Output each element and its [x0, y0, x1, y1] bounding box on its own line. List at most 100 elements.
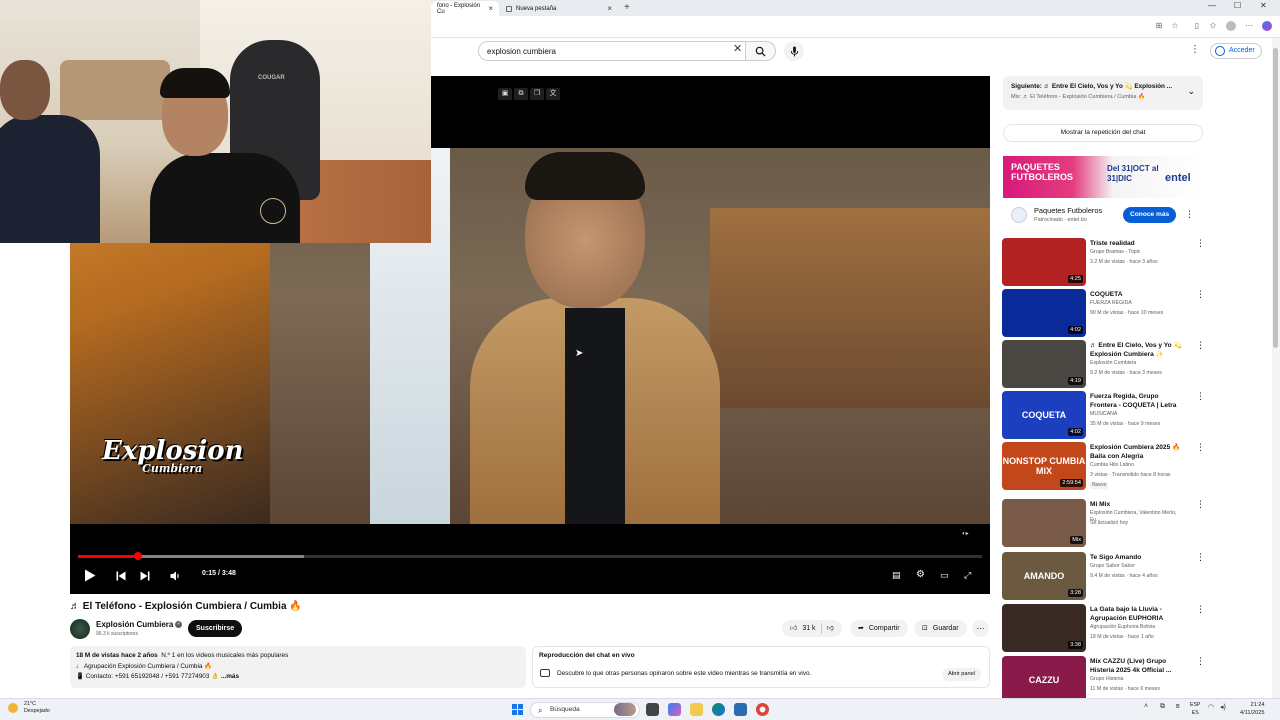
recommendation-item[interactable]: AMANDO 3:28 Te Sigo Amando Grupo Sabor Sabo…	[1002, 552, 1212, 600]
edge-browser-icon[interactable]	[712, 703, 725, 716]
close-tab-icon[interactable]: ×	[607, 4, 612, 13]
maximize-icon[interactable]: ☐	[1234, 1, 1241, 10]
more-actions-button[interactable]: ⋯	[972, 620, 989, 637]
language-indicator[interactable]: ESP ES	[1190, 701, 1200, 717]
more-options-icon[interactable]: ⋮	[1196, 552, 1205, 563]
recommendation-title[interactable]: ♬ Entre El Cielo, Vos y Yo 💫 Explosión C…	[1090, 341, 1182, 359]
recommendation-channel[interactable]: Grupo Sabor Sabor	[1090, 563, 1182, 570]
video-thumbnail[interactable]: 4:25	[1002, 238, 1086, 286]
volume-icon[interactable]	[170, 571, 181, 581]
video-thumbnail[interactable]: COQUETA 4:02	[1002, 391, 1086, 439]
ad-name[interactable]: Paquetes Futboleros	[1034, 206, 1102, 215]
clear-search-icon[interactable]: ✕	[733, 43, 742, 55]
copilot-app-icon[interactable]	[668, 703, 681, 716]
subtitles-icon[interactable]: ▤	[892, 568, 901, 582]
open-panel-button[interactable]: Abrir panel	[941, 668, 981, 681]
recommendation-title[interactable]: La Gata bajo la Lluvia - Agrupación EUPH…	[1090, 605, 1182, 623]
tray-bluetooth-icon[interactable]: ʙ	[1176, 703, 1180, 710]
recommendation-title[interactable]: Mi Mix	[1090, 500, 1182, 509]
crop-tool-icon[interactable]: ⧉	[514, 88, 528, 100]
copilot-icon[interactable]	[1262, 21, 1272, 31]
settings-more-icon[interactable]: ⋮	[1190, 44, 1200, 55]
new-tab-icon[interactable]: +	[624, 2, 630, 13]
recommendation-title[interactable]: Te Sigo Amando	[1090, 553, 1182, 562]
channel-avatar[interactable]	[70, 619, 90, 639]
video-thumbnail[interactable]: 4:19	[1002, 340, 1086, 388]
thumbs-down-icon[interactable]: 👎︎	[827, 620, 834, 637]
save-button[interactable]: ⊡ Guardar	[914, 620, 967, 637]
recommendation-channel[interactable]: Cumbia Hits Latino	[1090, 462, 1182, 469]
channel-name[interactable]: Explosión Cumbiera	[96, 620, 173, 629]
progress-scrubber[interactable]	[133, 552, 142, 560]
recommendation-item[interactable]: COQUETA 4:02 Fuerza Regida, Grupo Frontera…	[1002, 391, 1212, 439]
recommendation-channel[interactable]: MUSICANA	[1090, 411, 1182, 418]
file-explorer-icon[interactable]	[690, 703, 703, 716]
install-icon[interactable]: ⊞	[1154, 21, 1164, 31]
recommendation-channel[interactable]: Agrupación Euphoria Bolivia	[1090, 624, 1182, 631]
bookmark-star-icon[interactable]: ☆	[1170, 21, 1180, 31]
recommendation-title[interactable]: Explosión Cumbiera 2025 🔥 Baila con Aleg…	[1090, 443, 1182, 461]
more-options-icon[interactable]: ⋮	[1196, 604, 1205, 615]
signin-button[interactable]: Acceder	[1210, 43, 1262, 59]
settings-gear-icon[interactable]: ⚙	[916, 568, 925, 582]
minimize-icon[interactable]: —	[1208, 1, 1216, 10]
speaker-icon[interactable]: ◂)	[1220, 703, 1226, 711]
next-icon[interactable]	[140, 571, 150, 581]
search-highlight-icon[interactable]	[614, 703, 636, 716]
more-options-icon[interactable]: ⋮	[1196, 340, 1205, 351]
weather-widget[interactable]: 21°C Despejado	[8, 701, 50, 715]
ad-banner[interactable]: PAQUETES FUTBOLEROS Del 31|OCT al 31|DIC…	[1003, 156, 1203, 198]
subscribe-button[interactable]: Suscribirse	[188, 620, 243, 637]
more-options-icon[interactable]: ⋮	[1196, 391, 1205, 402]
show-chat-replay-button[interactable]: Mostrar la repetición del chat	[1003, 124, 1203, 142]
menu-dots-icon[interactable]: ⋯	[1244, 21, 1254, 31]
more-options-icon[interactable]: ⋮	[1196, 238, 1205, 249]
search-input[interactable]: explosion cumbiera	[478, 41, 746, 61]
translate-tool-icon[interactable]: 文	[546, 88, 560, 100]
recommendation-item[interactable]: CAZZU Mix CAZZU (Live) Grupo Histeria 202…	[1002, 656, 1212, 704]
share-button[interactable]: ➦ Compartir	[850, 620, 908, 637]
recommendation-channel[interactable]: FUERZA REGIDA	[1090, 300, 1182, 307]
recommendation-item[interactable]: Mix Mi Mix Explosión Cumbiera, Valentino M…	[1002, 499, 1212, 547]
recommendation-channel[interactable]: Explosión Cumbiera	[1090, 360, 1182, 367]
chevron-down-icon[interactable]: ⌄	[1187, 86, 1195, 97]
recommendation-item[interactable]: 4:19 ♬ Entre El Cielo, Vos y Yo 💫 Explosi…	[1002, 340, 1212, 388]
ad-cta-button[interactable]: Conoce más	[1123, 207, 1177, 223]
description-box[interactable]: 18 M de vistas hace 2 años N.º 1 en los …	[70, 646, 526, 688]
wifi-icon[interactable]: ◠	[1208, 703, 1214, 711]
video-thumbnail[interactable]: CAZZU	[1002, 656, 1086, 704]
search-button[interactable]	[746, 41, 776, 61]
voice-search-button[interactable]	[784, 41, 804, 61]
close-window-icon[interactable]: ✕	[1260, 1, 1267, 10]
recommendation-item[interactable]: NONSTOP CUMBIA MIX 2:59:54 Explosión Cumbi…	[1002, 442, 1212, 490]
tab-new[interactable]: Nueva pestaña ×	[500, 1, 618, 16]
miniplayer-icon[interactable]: ▭	[940, 568, 949, 582]
video-thumbnail[interactable]: 3:38	[1002, 604, 1086, 652]
more-options-icon[interactable]: ⋮	[1196, 656, 1205, 667]
chrome-icon[interactable]	[756, 703, 769, 716]
recommendation-channel[interactable]: Grupo Histeria	[1090, 676, 1182, 683]
recommendation-item[interactable]: 3:38 La Gata bajo la Lluvia - Agrupación …	[1002, 604, 1212, 652]
system-clock[interactable]: 21:24 4/11/2025	[1240, 701, 1264, 717]
tray-app-icon[interactable]: ⧉	[1160, 703, 1165, 711]
video-thumbnail[interactable]: Mix	[1002, 499, 1086, 547]
page-scrollbar[interactable]	[1272, 38, 1280, 698]
task-view-icon[interactable]	[646, 703, 659, 716]
more-options-icon[interactable]: ⋮	[1196, 289, 1205, 300]
video-thumbnail[interactable]: AMANDO 3:28	[1002, 552, 1086, 600]
more-options-icon[interactable]: ⋮	[1196, 499, 1205, 510]
more-options-icon[interactable]: ⋮	[1196, 442, 1205, 453]
channel-name-row[interactable]: Explosión Cumbiera ✓	[96, 620, 183, 629]
store-icon[interactable]	[734, 703, 747, 716]
recommendation-item[interactable]: 4:02 COQUETA FUERZA REGIDA 90 M de vistas ·…	[1002, 289, 1212, 337]
previous-icon[interactable]	[116, 571, 126, 581]
close-tab-icon[interactable]: ×	[488, 4, 493, 13]
video-thumbnail[interactable]: NONSTOP CUMBIA MIX 2:59:54	[1002, 442, 1086, 490]
description-more-link[interactable]: ...más	[221, 673, 239, 680]
recommendation-title[interactable]: Triste realidad	[1090, 239, 1182, 248]
up-next-panel[interactable]: Siguiente: ♬ Entre El Cielo, Vos y Yo 💫 …	[1003, 76, 1203, 110]
progress-bar[interactable]	[78, 552, 982, 560]
recommendation-title[interactable]: COQUETA	[1090, 290, 1182, 299]
tab-youtube[interactable]: fono - Explosión Cu ×	[431, 1, 499, 16]
recommendation-title[interactable]: Mix CAZZU (Live) Grupo Histeria 2025 4k …	[1090, 657, 1182, 675]
